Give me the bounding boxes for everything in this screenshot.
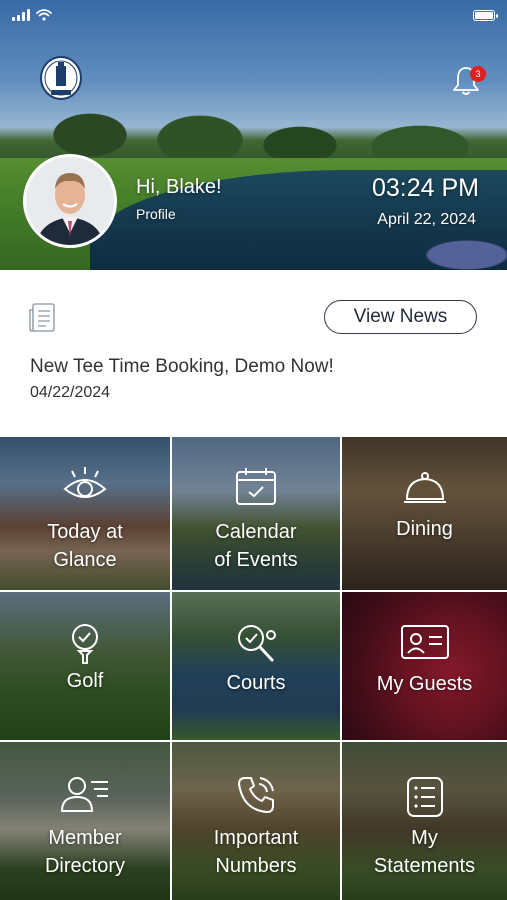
tile-my-statements[interactable]: My Statements [342, 742, 507, 900]
tile-label: Important [213, 827, 299, 849]
news-headline[interactable]: New Tee Time Booking, Demo Now! [30, 356, 334, 378]
news-date: 04/22/2024 [30, 384, 111, 401]
current-time: 03:24 PM [371, 174, 479, 202]
tile-important-numbers[interactable]: Important Numbers [172, 742, 340, 900]
tile-my-guests[interactable]: My Guests [342, 592, 507, 740]
news-section [0, 270, 507, 437]
tile-label: Glance [53, 549, 117, 571]
tile-calendar-of-events[interactable]: Calendar of Events [172, 437, 340, 590]
cloche-icon [403, 472, 446, 503]
phone-icon [238, 777, 274, 813]
tile-label: Golf [66, 670, 104, 692]
eye-icon [63, 467, 107, 498]
tile-label: Statements [373, 855, 476, 877]
tile-today-at-glance[interactable]: Today at Glance [0, 437, 170, 590]
tile-label: Courts [226, 672, 286, 694]
profile-photo [26, 157, 114, 245]
status-bar [0, 0, 507, 30]
cellular-signal-icon [12, 9, 30, 21]
tile-courts[interactable]: Courts [172, 592, 340, 740]
battery-icon [473, 9, 498, 21]
tile-label: Numbers [215, 855, 297, 877]
wifi-icon [36, 9, 52, 21]
tile-label: My Guests [376, 673, 473, 695]
club-logo[interactable] [39, 54, 83, 104]
current-date: April 22, 2024 [377, 211, 476, 228]
notification-badge: 3 [470, 66, 486, 82]
calendar-icon [236, 468, 276, 505]
directory-icon [60, 777, 108, 812]
tile-label: of Events [214, 549, 298, 571]
newspaper-icon [29, 303, 55, 332]
tile-label: Calendar [215, 521, 297, 543]
tile-member-directory[interactable]: Member Directory [0, 742, 170, 900]
tile-dining[interactable]: Dining [342, 437, 507, 590]
tile-label: Dining [396, 518, 453, 540]
golf-ball-icon [72, 624, 98, 664]
statement-icon [406, 777, 443, 817]
greeting-text: Hi, Blake! [136, 176, 222, 198]
avatar[interactable] [23, 154, 117, 248]
id-card-icon [400, 625, 449, 659]
tile-label: My [411, 827, 438, 849]
profile-link[interactable]: Profile [136, 206, 176, 222]
tile-golf[interactable]: Golf [0, 592, 170, 740]
tile-label: Directory [44, 855, 125, 877]
view-news-button[interactable]: View News [324, 300, 477, 334]
tile-label: Member [48, 827, 122, 849]
tennis-racket-icon [238, 625, 276, 662]
tile-label: Today at [47, 521, 123, 543]
